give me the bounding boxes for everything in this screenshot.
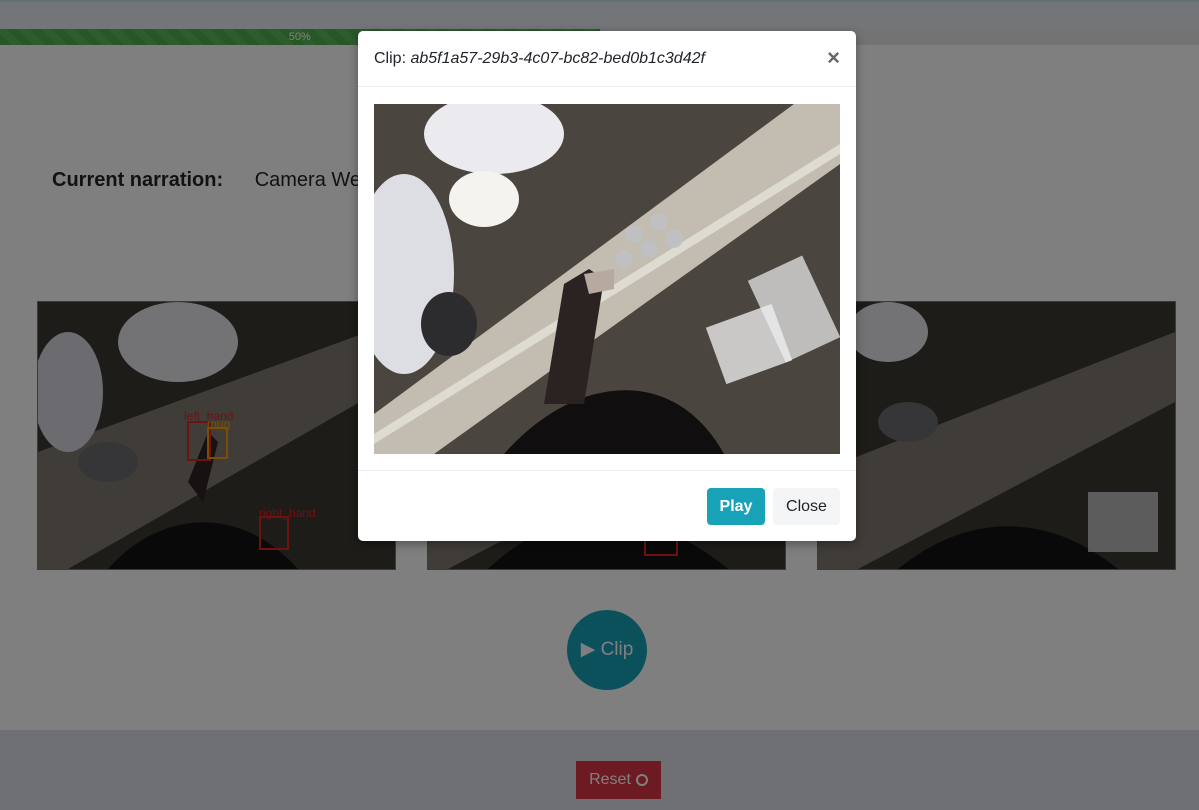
play-button[interactable]: Play (707, 488, 765, 525)
modal-title-prefix: Clip: (374, 50, 407, 67)
close-button[interactable]: Close (773, 488, 840, 525)
close-icon[interactable]: × (827, 47, 840, 69)
modal-header: Clip: ab5f1a57-29b3-4c07-bc82-bed0b1c3d4… (358, 31, 856, 87)
modal-footer: Play Close (358, 470, 856, 541)
clip-id: ab5f1a57-29b3-4c07-bc82-bed0b1c3d42f (410, 50, 705, 67)
clip-modal: Clip: ab5f1a57-29b3-4c07-bc82-bed0b1c3d4… (358, 31, 856, 541)
clip-video[interactable] (374, 104, 840, 454)
modal-title: Clip: ab5f1a57-29b3-4c07-bc82-bed0b1c3d4… (374, 50, 705, 68)
clip-video-frame (374, 104, 840, 454)
